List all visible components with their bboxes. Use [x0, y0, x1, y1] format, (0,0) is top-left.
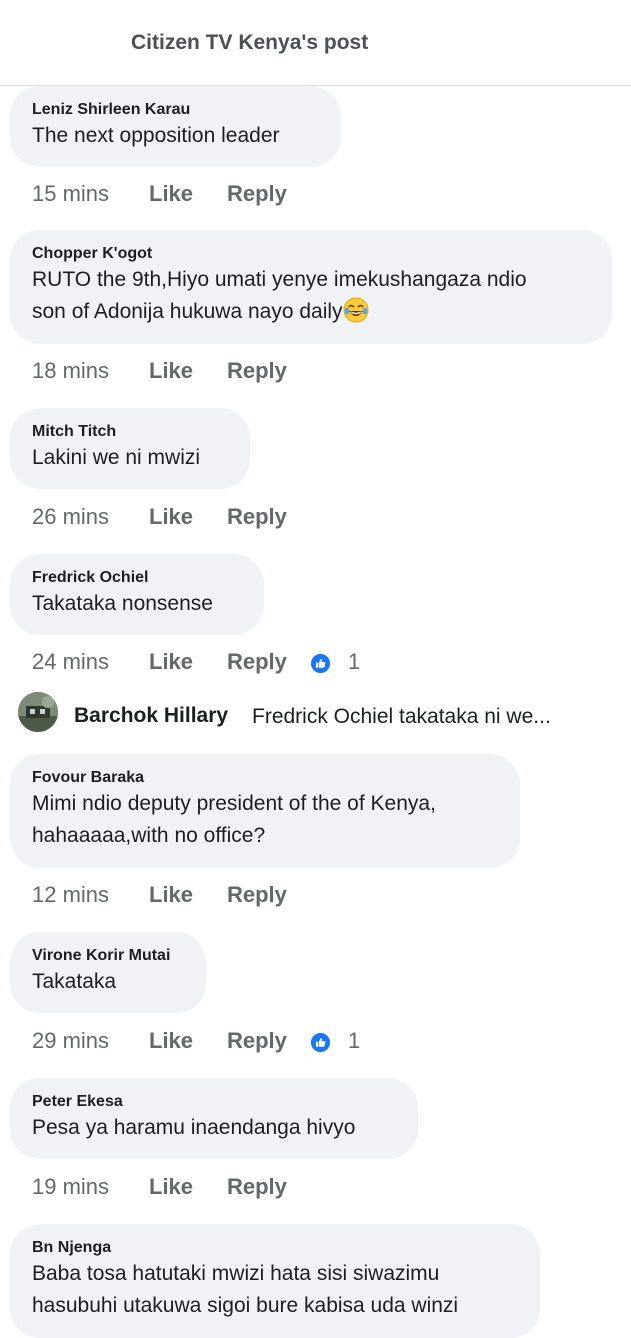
comment-author[interactable]: Fredrick Ochiel [32, 568, 242, 588]
comment-bubble[interactable]: Mitch Titch Lakini we ni mwizi [10, 408, 250, 489]
comment-text-line-2: hasubuhi utakuwa sigoi bure kabisa uda w… [32, 1294, 459, 1317]
like-button[interactable]: Like [149, 880, 193, 910]
comment-text-line-2: son of Adonija hukuwa nayo daily [32, 296, 590, 328]
comment-bubble[interactable]: Virone Korir Mutai Takataka [10, 932, 206, 1013]
comment-author[interactable]: Virone Korir Mutai [32, 946, 184, 966]
comment-bubble[interactable]: Fredrick Ochiel Takataka nonsense [10, 554, 264, 635]
comment-time: 29 mins [32, 1028, 110, 1053]
comment-time: 26 mins [32, 504, 110, 529]
reply-button[interactable]: Reply [227, 1026, 287, 1056]
comment-author[interactable]: Fovour Baraka [32, 768, 498, 788]
comment-author[interactable]: Peter Ekesa [32, 1092, 396, 1112]
comment-time: 15 mins [32, 181, 110, 206]
comment-text: Takataka [32, 970, 117, 993]
reply-button[interactable]: Reply [227, 880, 287, 910]
page-title: Citizen TV Kenya's post [131, 31, 369, 54]
comment-text-line: son of Adonija hukuwa nayo daily [32, 300, 343, 323]
reply-button[interactable]: Reply [227, 1172, 287, 1202]
comment-text: Lakini we ni mwizi [32, 446, 201, 469]
reaction-count[interactable]: 1 [348, 1026, 360, 1056]
comment-text: Mimi ndio deputy president of the of Ken… [32, 792, 436, 815]
laughing-emoji-icon [343, 297, 369, 323]
comment-author[interactable]: Chopper K'ogot [32, 244, 590, 264]
avatar-photo-icon [18, 692, 58, 732]
like-button[interactable]: Like [149, 356, 193, 386]
comment-text: Baba tosa hatutaki mwizi hata sisi siwaz… [32, 1262, 440, 1285]
like-button[interactable]: Like [149, 502, 193, 532]
comment-bubble[interactable]: Leniz Shirleen Karau The next opposition… [10, 86, 341, 167]
comment-author[interactable]: Mitch Titch [32, 422, 228, 442]
reply-button[interactable]: Reply [227, 502, 287, 532]
reaction-count[interactable]: 1 [348, 647, 360, 677]
comment-bubble[interactable]: Chopper K'ogot RUTO the 9th,Hiyo umati y… [10, 230, 612, 344]
like-button[interactable]: Like [149, 179, 193, 209]
comment-time: 18 mins [32, 358, 110, 383]
reply-button[interactable]: Reply [227, 647, 287, 677]
comment-author[interactable]: Leniz Shirleen Karau [32, 100, 319, 120]
reply-text: Fredrick Ochiel takataka ni we... [252, 705, 551, 728]
like-button[interactable]: Like [149, 647, 193, 677]
comment-text: RUTO the 9th,Hiyo umati yenye imekushang… [32, 268, 527, 291]
reply-button[interactable]: Reply [227, 179, 287, 209]
reply-button[interactable]: Reply [227, 356, 287, 386]
post-header: Citizen TV Kenya's post [0, 0, 631, 86]
comment-bubble[interactable]: Fovour Baraka Mimi ndio deputy president… [10, 754, 520, 868]
comment-author[interactable]: Bn Njenga [32, 1238, 518, 1258]
like-reaction-icon[interactable] [309, 652, 332, 675]
comment-text: Pesa ya haramu inaendanga hivyo [32, 1116, 356, 1139]
comment-text-line-2: hahaaaaa,with no office? [32, 824, 266, 847]
comment-time: 12 mins [32, 882, 110, 907]
reply-preview[interactable]: Barchok Hillary Fredrick Ochiel takataka… [18, 690, 628, 742]
comment-bubble[interactable]: Peter Ekesa Pesa ya haramu inaendanga hi… [10, 1078, 418, 1159]
like-button[interactable]: Like [149, 1026, 193, 1056]
avatar[interactable] [18, 692, 58, 732]
comment-time: 24 mins [32, 649, 110, 674]
like-button[interactable]: Like [149, 1172, 193, 1202]
reply-author[interactable]: Barchok Hillary [74, 704, 228, 728]
comment-time: 19 mins [32, 1174, 110, 1199]
comment-text: The next opposition leader [32, 124, 280, 147]
comment-text: Takataka nonsense [32, 592, 213, 615]
like-reaction-icon[interactable] [309, 1031, 332, 1054]
comment-bubble[interactable]: Bn Njenga Baba tosa hatutaki mwizi hata … [10, 1224, 540, 1338]
